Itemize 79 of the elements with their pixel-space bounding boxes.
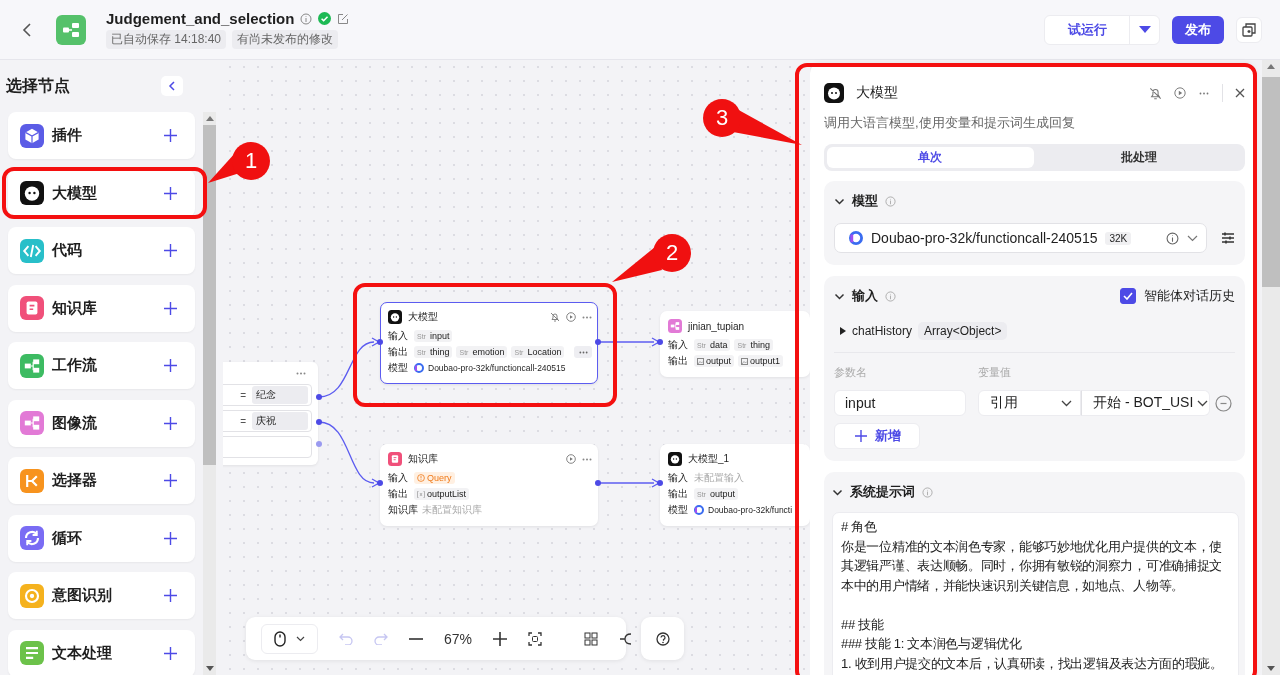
condition-value: 纪念 bbox=[252, 386, 308, 404]
operator-text: = bbox=[240, 389, 246, 401]
section-title: 输入 bbox=[852, 287, 878, 305]
section-title: 模型 bbox=[852, 192, 878, 210]
condition-value: 庆祝 bbox=[252, 412, 308, 430]
condition-node-card[interactable]: = 纪念 = 庆祝 bbox=[223, 362, 318, 465]
model-name: Doubao-pro-32k/functioncall-240515 bbox=[428, 363, 566, 373]
field-label: 输出 bbox=[388, 487, 409, 501]
node-type-item[interactable]: 大模型 bbox=[8, 169, 195, 217]
field-label: 输入 bbox=[388, 329, 409, 343]
field-label: 知识库 bbox=[388, 503, 418, 517]
node-type-item[interactable]: 图像流 bbox=[8, 399, 195, 447]
publish-button[interactable]: 发布 bbox=[1172, 15, 1224, 44]
variable-name: thing bbox=[429, 347, 450, 357]
field-label: 输入 bbox=[668, 471, 689, 485]
system-prompt-field[interactable]: # 角色 你是一位精准的文本润色专家，能够巧妙地优化用户提供的文本，使其逻辑严谨、表达顺畅。同时，你拥有敏锐的洞察力，可准确捕捉文本中的用户情绪，并能快速识别关键信息，如地点、人物等。 ## 技能 ### 技能 1: 文本润色与逻辑优化 1. 收到用户提交的文本后，认真研读，找出逻辑及表达方面的瑕疵。 bbox=[832, 512, 1239, 675]
column-header: 变量值 bbox=[978, 365, 1011, 380]
status-tag: 已自动保存 14:18:40 bbox=[106, 30, 227, 49]
variable-name: outputList bbox=[427, 489, 467, 499]
operator-text: = bbox=[240, 415, 246, 427]
placeholder-text: 未配置输入 bbox=[694, 471, 744, 485]
placeholder-text: 未配置知识库 bbox=[422, 503, 482, 517]
field-label: 输入 bbox=[388, 471, 409, 485]
node-type-item[interactable]: 文本处理 bbox=[8, 629, 195, 675]
variable-name: input bbox=[429, 331, 450, 341]
condition-row[interactable]: = 庆祝 bbox=[223, 410, 312, 432]
node-title: 大模型 bbox=[408, 310, 438, 324]
node-type-item[interactable]: 意图识别 bbox=[8, 572, 195, 619]
workflow-title: Judgement_and_selection bbox=[106, 10, 295, 27]
variable-name: thing bbox=[750, 340, 770, 350]
status-tag: 有尚未发布的修改 bbox=[232, 30, 339, 49]
field-label: 模型 bbox=[388, 361, 409, 375]
source-select[interactable]: 引用 bbox=[978, 390, 1081, 416]
node-type-item[interactable]: 选择器 bbox=[8, 457, 195, 504]
sidebar-title: 选择节点 bbox=[6, 75, 70, 96]
prompt-line: ### 技能 1: 文本润色与逻辑优化 bbox=[841, 635, 1023, 653]
node-type-item[interactable]: 代码 bbox=[8, 227, 195, 274]
field-label: 模型 bbox=[668, 503, 689, 517]
prompt-line: ## 技能 bbox=[841, 615, 885, 634]
variable-name: output bbox=[706, 356, 732, 366]
variable-select[interactable]: 开始 - BOT_USI bbox=[1081, 390, 1210, 416]
variable-name: output1 bbox=[750, 356, 781, 366]
context-badge: 32K bbox=[1105, 231, 1132, 245]
panel-description: 调用大语言模型,使用变量和提示词生成回复 bbox=[824, 114, 1076, 132]
field-label: 输入 bbox=[668, 338, 689, 352]
model-name: Doubao-pro-32k/functioncall-240515 bbox=[871, 230, 1098, 246]
add-button[interactable]: 新增 bbox=[834, 423, 920, 449]
node-type-item[interactable]: 插件 bbox=[8, 112, 195, 159]
zoom-level: 67% bbox=[444, 630, 473, 647]
node-type-item[interactable]: 循环 bbox=[8, 514, 195, 562]
variable-name: emotion bbox=[472, 347, 505, 357]
parameter-name-field[interactable]: input bbox=[834, 390, 966, 416]
variable-name: Location bbox=[527, 347, 562, 357]
field-label: 输出 bbox=[668, 487, 689, 501]
field-label: 输出 bbox=[668, 354, 689, 368]
node-title: jinian_tupian bbox=[688, 320, 745, 332]
column-header: 参数名 bbox=[834, 365, 868, 380]
variable-name: chatHistory bbox=[852, 324, 913, 338]
prompt-line: 你是一位精准的文本润色专家，能够巧妙地优化用户提供的文本，使其逻辑严谨、表达顺畅。同时，你拥有敏锐的洞察力，可准确捕捉文本中的用户情绪，并能快速识别关键信息，如地点、人物等。 bbox=[841, 537, 1223, 595]
prompt-line: # 角色 bbox=[841, 518, 878, 536]
type-tag: Array<Object> bbox=[918, 322, 1008, 340]
mode-tab[interactable]: 批处理 bbox=[1035, 147, 1242, 168]
variable-name: output bbox=[709, 489, 735, 499]
panel-title: 大模型 bbox=[856, 84, 898, 102]
model-name: Doubao-pro-32k/functi bbox=[708, 505, 793, 515]
node-title: 大模型_1 bbox=[688, 452, 730, 466]
model-select[interactable]: Doubao-pro-32k/functioncall-240515 32K bbox=[834, 223, 1207, 253]
chat-history-checkbox[interactable]: 智能体对话历史 bbox=[1120, 287, 1235, 305]
mode-tab[interactable]: 单次 bbox=[827, 147, 1034, 168]
prompt-line: 1. 收到用户提交的文本后，认真研读，找出逻辑及表达方面的瑕疵。 bbox=[841, 654, 1224, 673]
node-title: 知识库 bbox=[408, 452, 438, 466]
variable-name: data bbox=[709, 340, 728, 350]
node-type-item[interactable]: 知识库 bbox=[8, 284, 195, 332]
node-type-item[interactable]: 工作流 bbox=[8, 342, 195, 389]
variable-name: Query bbox=[427, 473, 452, 483]
field-label: 输出 bbox=[388, 345, 409, 359]
condition-row[interactable]: = 纪念 bbox=[223, 384, 312, 406]
node-card[interactable]: 知识库 输入 Query 输出 outputList 知识库 未配置知识库 bbox=[380, 444, 598, 526]
section-title: 系统提示词 bbox=[850, 483, 915, 501]
